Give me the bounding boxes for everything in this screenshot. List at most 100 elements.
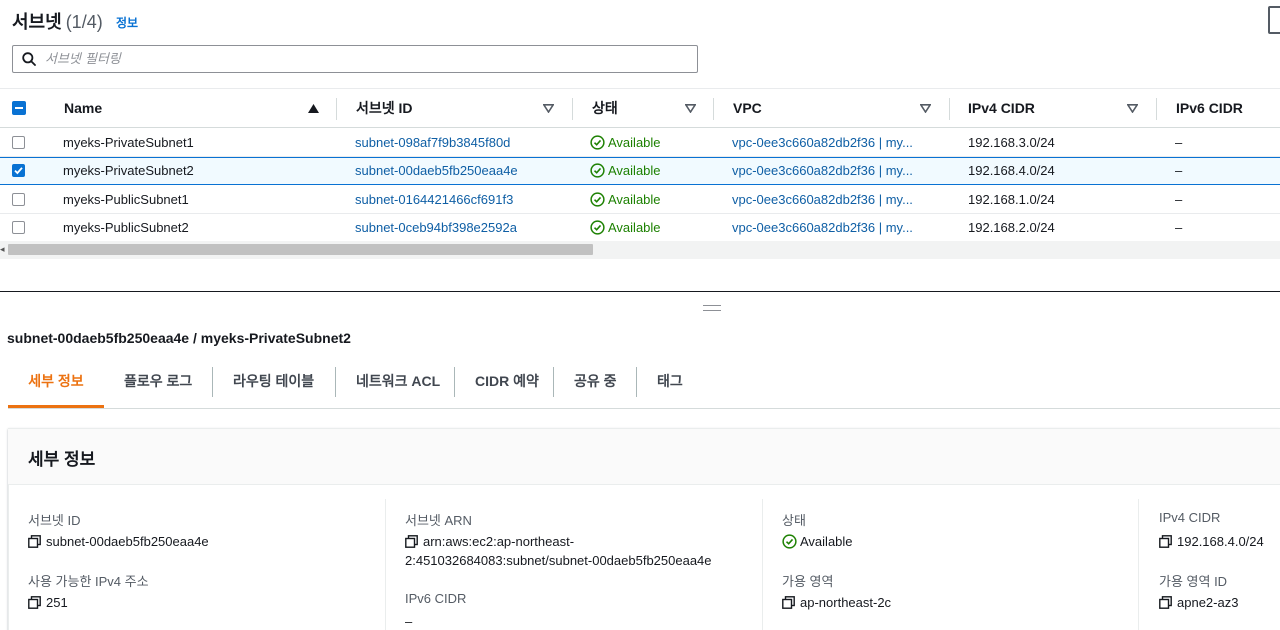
column-header-status[interactable]: 상태 — [592, 89, 618, 128]
sort-icon[interactable] — [685, 104, 696, 113]
column-divider[interactable] — [949, 98, 950, 120]
sort-icon[interactable] — [1127, 104, 1138, 113]
table-row[interactable]: myeks-PublicSubnet2 subnet-0ceb94bf398e2… — [0, 214, 1280, 242]
tab-sharing[interactable]: 공유 중 — [574, 364, 617, 408]
column-header-subnet-id[interactable]: 서브넷 ID — [356, 89, 413, 128]
row-status: Available — [590, 186, 661, 214]
row-checkbox-checked[interactable] — [12, 164, 25, 177]
check-circle-icon — [590, 220, 605, 235]
row-ipv4-cidr: 192.168.3.0/24 — [968, 135, 1055, 150]
field-label-ipv4-cidr: IPv4 CIDR — [1159, 510, 1221, 525]
column-header-name[interactable]: Name — [64, 89, 102, 128]
table-row[interactable]: myeks-PrivateSubnet1 subnet-098af7f9b384… — [0, 129, 1280, 157]
info-link[interactable]: 정보 — [116, 14, 138, 31]
table-row[interactable]: myeks-PublicSubnet1 subnet-0164421466cf6… — [0, 186, 1280, 214]
field-value-subnet-id: subnet-00daeb5fb250eaa4e — [28, 534, 209, 549]
column-divider[interactable] — [713, 98, 714, 120]
tab-cidr-reservations[interactable]: CIDR 예약 — [475, 364, 539, 408]
tab-network-acl[interactable]: 네트워크 ACL — [356, 364, 440, 408]
column-divider[interactable] — [572, 98, 573, 120]
page-title-text: 서브넷 — [12, 12, 62, 32]
table-row-selected[interactable]: myeks-PrivateSubnet2 subnet-00daeb5fb250… — [0, 157, 1280, 185]
az-text: ap-northeast-2c — [800, 595, 892, 610]
row-status-text: Available — [608, 163, 661, 178]
ipv4-cidr-text: 192.168.4.0/24 — [1177, 534, 1264, 549]
row-checkbox[interactable] — [12, 193, 25, 206]
tab-divider — [335, 367, 336, 397]
tab-tags[interactable]: 태그 — [657, 364, 683, 408]
tabs-underline — [8, 408, 1280, 409]
row-ipv6-cidr: – — [1175, 135, 1183, 150]
search-icon — [22, 52, 36, 66]
select-all-checkbox[interactable] — [12, 101, 26, 115]
table-header: Name 서브넷 ID 상태 VPC IPv4 CIDR IPv6 CIDR — [0, 88, 1280, 128]
tab-divider — [454, 367, 455, 397]
column-header-ipv6-cidr[interactable]: IPv6 CIDR — [1176, 89, 1243, 128]
tab-divider — [636, 367, 637, 397]
row-subnet-id-link[interactable]: subnet-098af7f9b3845f80d — [355, 129, 510, 157]
tab-divider — [212, 367, 213, 397]
copy-icon[interactable] — [28, 596, 41, 609]
row-status: Available — [590, 157, 661, 185]
subnet-filter-input[interactable] — [45, 49, 685, 69]
column-header-vpc[interactable]: VPC — [733, 89, 762, 128]
tab-route-table[interactable]: 라우팅 테이블 — [233, 364, 314, 408]
row-vpc-link[interactable]: vpc-0ee3c660a82db2f36 | my... — [732, 129, 913, 157]
row-subnet-id-link[interactable]: subnet-0ceb94bf398e2592a — [355, 214, 517, 242]
page-title: 서브넷 (1/4) — [12, 8, 103, 34]
copy-icon[interactable] — [28, 535, 41, 548]
column-divider — [762, 499, 763, 630]
row-vpc-link[interactable]: vpc-0ee3c660a82db2f36 | my... — [732, 214, 913, 242]
row-subnet-id-link[interactable]: subnet-0164421466cf691f3 — [355, 186, 513, 214]
tab-flow-logs[interactable]: 플로우 로그 — [124, 364, 192, 408]
sort-ascending-icon[interactable] — [308, 104, 319, 113]
subnet-arn-line1: arn:aws:ec2:ap-northeast- — [423, 534, 575, 549]
column-divider[interactable] — [1156, 98, 1157, 120]
row-checkbox[interactable] — [12, 136, 25, 149]
row-name: myeks-PublicSubnet1 — [63, 192, 189, 207]
row-subnet-id-link[interactable]: subnet-00daeb5fb250eaa4e — [355, 157, 518, 185]
row-status-text: Available — [608, 135, 661, 150]
row-ipv6-cidr: – — [1175, 163, 1183, 178]
filter-search-box[interactable] — [12, 45, 698, 73]
drag-handle-icon[interactable] — [703, 305, 721, 311]
column-divider[interactable] — [336, 98, 337, 120]
row-ipv6-cidr: – — [1175, 192, 1183, 207]
row-name: myeks-PublicSubnet2 — [63, 220, 189, 235]
row-name: myeks-PrivateSubnet1 — [63, 135, 194, 150]
scroll-left-arrow-icon[interactable]: ◂ — [0, 244, 5, 255]
field-value-ipv4-cidr: 192.168.4.0/24 — [1159, 534, 1264, 549]
sort-icon[interactable] — [920, 104, 931, 113]
row-checkbox[interactable] — [12, 221, 25, 234]
sort-icon[interactable] — [543, 104, 554, 113]
field-label-available-ipv4: 사용 가능한 IPv4 주소 — [28, 574, 149, 589]
selection-count: (1/4) — [65, 12, 103, 32]
horizontal-scrollbar-thumb[interactable] — [8, 244, 593, 255]
check-circle-icon — [590, 163, 605, 178]
copy-icon[interactable] — [1159, 535, 1172, 548]
field-label-subnet-id: 서브넷 ID — [28, 513, 81, 528]
row-vpc-link[interactable]: vpc-0ee3c660a82db2f36 | my... — [732, 157, 913, 185]
row-status: Available — [590, 214, 661, 242]
field-label-ipv6-cidr: IPv6 CIDR — [405, 591, 467, 606]
row-vpc-link[interactable]: vpc-0ee3c660a82db2f36 | my... — [732, 186, 913, 214]
field-label-state: 상태 — [782, 513, 806, 528]
column-header-ipv4-cidr[interactable]: IPv4 CIDR — [968, 89, 1035, 128]
copy-icon[interactable] — [782, 596, 795, 609]
actions-button[interactable] — [1268, 6, 1280, 34]
field-label-az: 가용 영역 — [782, 574, 834, 589]
row-ipv4-cidr: 192.168.4.0/24 — [968, 163, 1055, 178]
checkmark-icon — [14, 167, 23, 175]
field-value-az-id: apne2-az3 — [1159, 595, 1238, 610]
field-label-az-id: 가용 영역 ID — [1159, 574, 1228, 589]
field-value-subnet-arn: arn:aws:ec2:ap-northeast- — [405, 534, 574, 549]
tab-details[interactable]: 세부 정보 — [8, 364, 104, 408]
field-label-subnet-arn: 서브넷 ARN — [405, 513, 472, 528]
subnet-arn-line2: 2:451032684083:subnet/subnet-00daeb5fb25… — [405, 553, 712, 568]
copy-icon[interactable] — [405, 535, 418, 548]
row-status-text: Available — [608, 192, 661, 207]
field-value-available-ipv4: 251 — [28, 595, 68, 610]
az-id-text: apne2-az3 — [1177, 595, 1239, 610]
column-divider — [385, 499, 386, 630]
copy-icon[interactable] — [1159, 596, 1172, 609]
